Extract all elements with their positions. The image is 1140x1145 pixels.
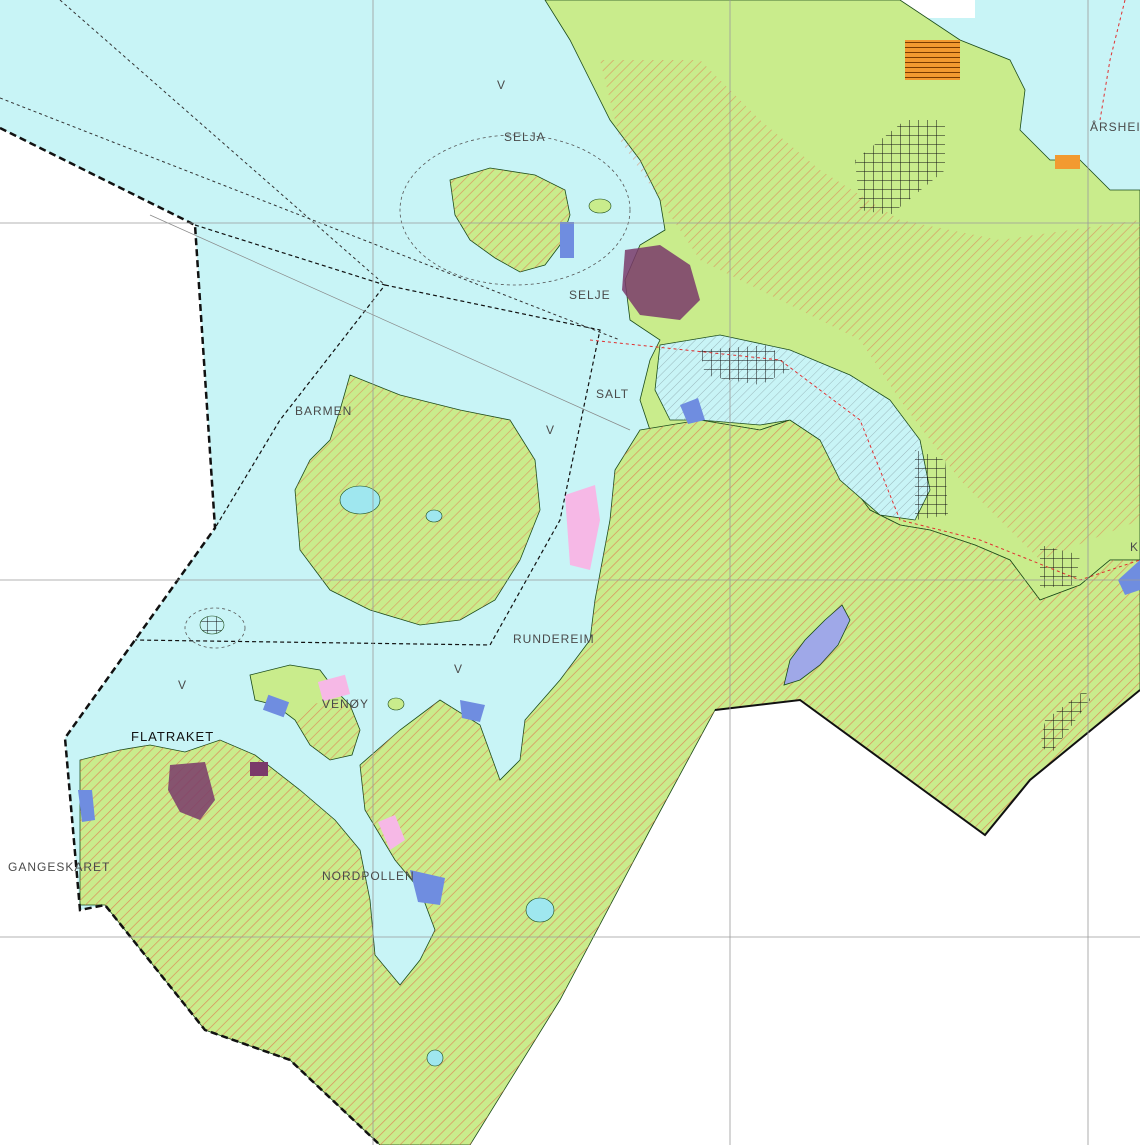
label-flatraket: FLATRAKET — [131, 729, 214, 744]
industrial-zone-north-stripes — [905, 40, 960, 80]
flatraket-building — [250, 762, 268, 776]
label-arsheim: ÅRSHEIM — [1090, 119, 1140, 134]
industrial-zone-arsheim — [1055, 155, 1080, 169]
label-selje: SELJE — [569, 288, 611, 302]
zoning-map: SELJA SELJE SALT BARMEN ÅRSHEIM K RUNDER… — [0, 0, 1140, 1145]
label-venoy: VENØY — [322, 697, 369, 711]
barmen-lake-small — [425, 509, 443, 523]
barmen-lake — [339, 485, 381, 515]
selja-blue-zone — [560, 222, 574, 258]
label-v-sea-barmen: V — [546, 423, 555, 437]
label-v-sea-west: V — [178, 678, 187, 692]
label-v-sea-venoy: V — [454, 662, 463, 676]
salt-lake-grid-zone-2 — [915, 450, 948, 520]
small-islet-grid — [199, 615, 225, 635]
label-k: K — [1130, 540, 1139, 554]
islet-east-of-venoy — [387, 697, 405, 711]
small-lake-rundereim — [525, 897, 555, 923]
label-salt: SALT — [596, 387, 629, 401]
label-v-sea-north: V — [497, 78, 506, 92]
label-gangeskaret: GANGESKARET — [8, 860, 110, 874]
small-lake-south — [426, 1049, 444, 1067]
islet-east-of-selja — [588, 198, 612, 214]
label-barmen: BARMEN — [295, 404, 352, 418]
label-nordpollen: NORDPOLLEN — [322, 869, 415, 883]
label-selja: SELJA — [504, 130, 546, 144]
label-rundereim: RUNDEREIM — [513, 632, 595, 646]
